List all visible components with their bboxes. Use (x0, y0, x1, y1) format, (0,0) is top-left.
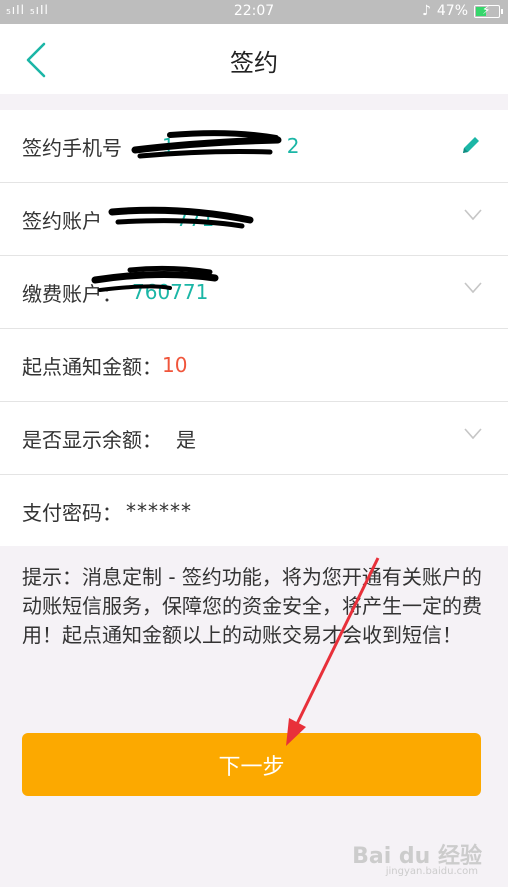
notify-amount-label: 起点通知金额： (22, 354, 162, 379)
pay-account-label: 缴费账户： (22, 281, 122, 306)
row-show-balance[interactable]: 是否显示余额： 是 (0, 402, 508, 475)
row-phone[interactable]: 签约手机号 1 2 (0, 110, 508, 183)
phone-value-tail: 2 (286, 134, 300, 158)
status-bar: ₅ıIl ₅ıIl 22:07 ♪ 47% ⚡ (0, 0, 508, 24)
pay-account-value: 760771 (132, 280, 209, 304)
battery-icon: ⚡ (474, 3, 503, 18)
chevron-down-icon[interactable] (464, 428, 482, 440)
next-step-button[interactable]: 下一步 (22, 733, 481, 796)
row-notify-amount[interactable]: 起点通知金额： 10 (0, 329, 508, 402)
row-pay-password[interactable]: 支付密码： ****** (0, 475, 508, 547)
phone-label: 签约手机号 (22, 135, 122, 160)
pay-password-value[interactable]: ****** (126, 499, 192, 523)
chevron-down-icon[interactable] (464, 209, 482, 221)
show-balance-label: 是否显示余额： (22, 427, 162, 452)
show-balance-value: 是 (176, 427, 196, 452)
phone-value: 1 (162, 134, 175, 158)
chevron-down-icon[interactable] (464, 282, 482, 294)
row-pay-account[interactable]: 缴费账户： 760771 (0, 256, 508, 329)
baidu-watermark-url: jingyan.baidu.com (385, 866, 478, 877)
page-title: 签约 (230, 49, 278, 77)
pencil-edit-icon[interactable] (460, 134, 482, 156)
bell-muted-icon: ♪ (421, 3, 431, 19)
sign-form: 签约手机号 1 2 签约账户 771 缴费账户： 760771 起点通知金额： … (0, 110, 508, 546)
nav-header: 签约 (0, 24, 508, 94)
pay-password-label: 支付密码： (22, 500, 122, 525)
hint-text: 提示：消息定制 - 签约功能，将为您开通有关账户的动账短信服务，保障您的资金安全… (22, 565, 482, 647)
notify-amount-value[interactable]: 10 (162, 353, 187, 377)
row-sign-account[interactable]: 签约账户 771 (0, 183, 508, 256)
sign-account-label: 签约账户 (22, 208, 102, 233)
battery-percent: 47% (436, 3, 468, 19)
sign-account-value: 771 (176, 207, 215, 231)
